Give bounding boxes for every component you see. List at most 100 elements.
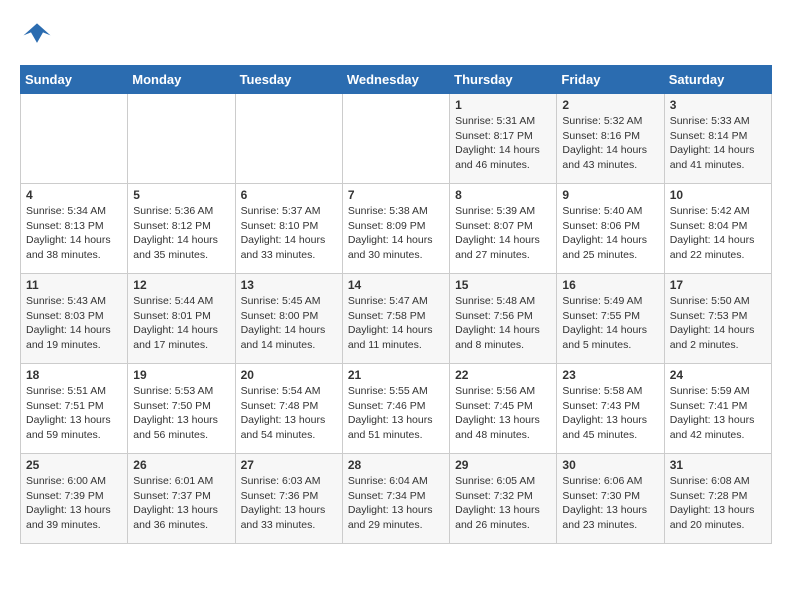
calendar-cell: 17Sunrise: 5:50 AMSunset: 7:53 PMDayligh… bbox=[664, 274, 771, 364]
day-info: and 19 minutes. bbox=[26, 338, 122, 353]
day-info: Daylight: 13 hours bbox=[670, 503, 766, 518]
day-info: and 27 minutes. bbox=[455, 248, 551, 263]
day-info: Daylight: 13 hours bbox=[670, 413, 766, 428]
day-number: 11 bbox=[26, 278, 122, 292]
day-number: 4 bbox=[26, 188, 122, 202]
day-info: Daylight: 13 hours bbox=[241, 503, 337, 518]
calendar-table: SundayMondayTuesdayWednesdayThursdayFrid… bbox=[20, 65, 772, 544]
header-cell-saturday: Saturday bbox=[664, 66, 771, 94]
day-info: and 45 minutes. bbox=[562, 428, 658, 443]
day-info: Sunrise: 5:56 AM bbox=[455, 384, 551, 399]
day-info: Sunset: 8:12 PM bbox=[133, 219, 229, 234]
day-number: 22 bbox=[455, 368, 551, 382]
day-info: and 30 minutes. bbox=[348, 248, 444, 263]
day-info: Daylight: 13 hours bbox=[348, 503, 444, 518]
day-number: 21 bbox=[348, 368, 444, 382]
calendar-cell: 30Sunrise: 6:06 AMSunset: 7:30 PMDayligh… bbox=[557, 454, 664, 544]
day-info: Sunrise: 5:42 AM bbox=[670, 204, 766, 219]
day-info: Daylight: 13 hours bbox=[455, 503, 551, 518]
day-info: Sunrise: 5:49 AM bbox=[562, 294, 658, 309]
day-info: and 2 minutes. bbox=[670, 338, 766, 353]
calendar-cell: 21Sunrise: 5:55 AMSunset: 7:46 PMDayligh… bbox=[342, 364, 449, 454]
calendar-cell: 11Sunrise: 5:43 AMSunset: 8:03 PMDayligh… bbox=[21, 274, 128, 364]
header-cell-sunday: Sunday bbox=[21, 66, 128, 94]
day-info: Sunrise: 5:59 AM bbox=[670, 384, 766, 399]
day-info: and 11 minutes. bbox=[348, 338, 444, 353]
calendar-cell: 22Sunrise: 5:56 AMSunset: 7:45 PMDayligh… bbox=[450, 364, 557, 454]
calendar-cell: 8Sunrise: 5:39 AMSunset: 8:07 PMDaylight… bbox=[450, 184, 557, 274]
header-row: SundayMondayTuesdayWednesdayThursdayFrid… bbox=[21, 66, 772, 94]
day-info: and 59 minutes. bbox=[26, 428, 122, 443]
calendar-cell: 26Sunrise: 6:01 AMSunset: 7:37 PMDayligh… bbox=[128, 454, 235, 544]
day-info: Daylight: 13 hours bbox=[562, 503, 658, 518]
header-cell-wednesday: Wednesday bbox=[342, 66, 449, 94]
day-number: 15 bbox=[455, 278, 551, 292]
calendar-cell: 23Sunrise: 5:58 AMSunset: 7:43 PMDayligh… bbox=[557, 364, 664, 454]
day-number: 28 bbox=[348, 458, 444, 472]
day-number: 26 bbox=[133, 458, 229, 472]
day-number: 13 bbox=[241, 278, 337, 292]
day-info: Sunrise: 5:54 AM bbox=[241, 384, 337, 399]
day-info: and 20 minutes. bbox=[670, 518, 766, 533]
day-info: Daylight: 13 hours bbox=[133, 413, 229, 428]
day-info: Daylight: 13 hours bbox=[26, 503, 122, 518]
day-info: Sunrise: 5:55 AM bbox=[348, 384, 444, 399]
day-number: 31 bbox=[670, 458, 766, 472]
day-info: and 33 minutes. bbox=[241, 518, 337, 533]
header-cell-tuesday: Tuesday bbox=[235, 66, 342, 94]
day-number: 9 bbox=[562, 188, 658, 202]
day-info: and 46 minutes. bbox=[455, 158, 551, 173]
day-info: and 43 minutes. bbox=[562, 158, 658, 173]
day-info: Daylight: 13 hours bbox=[241, 413, 337, 428]
day-info: Sunset: 7:34 PM bbox=[348, 489, 444, 504]
day-info: and 17 minutes. bbox=[133, 338, 229, 353]
day-info: and 22 minutes. bbox=[670, 248, 766, 263]
day-info: and 38 minutes. bbox=[26, 248, 122, 263]
calendar-cell: 15Sunrise: 5:48 AMSunset: 7:56 PMDayligh… bbox=[450, 274, 557, 364]
day-info: Daylight: 14 hours bbox=[455, 143, 551, 158]
day-number: 30 bbox=[562, 458, 658, 472]
day-info: Sunrise: 5:44 AM bbox=[133, 294, 229, 309]
day-info: Sunrise: 5:36 AM bbox=[133, 204, 229, 219]
calendar-cell: 31Sunrise: 6:08 AMSunset: 7:28 PMDayligh… bbox=[664, 454, 771, 544]
day-info: Sunrise: 6:06 AM bbox=[562, 474, 658, 489]
day-info: Sunrise: 6:04 AM bbox=[348, 474, 444, 489]
day-info: Sunset: 8:09 PM bbox=[348, 219, 444, 234]
day-number: 14 bbox=[348, 278, 444, 292]
day-number: 25 bbox=[26, 458, 122, 472]
day-info: and 42 minutes. bbox=[670, 428, 766, 443]
calendar-cell: 25Sunrise: 6:00 AMSunset: 7:39 PMDayligh… bbox=[21, 454, 128, 544]
day-number: 16 bbox=[562, 278, 658, 292]
calendar-week-5: 25Sunrise: 6:00 AMSunset: 7:39 PMDayligh… bbox=[21, 454, 772, 544]
calendar-cell bbox=[342, 94, 449, 184]
day-info: Sunset: 7:48 PM bbox=[241, 399, 337, 414]
day-info: Sunset: 7:39 PM bbox=[26, 489, 122, 504]
calendar-cell: 27Sunrise: 6:03 AMSunset: 7:36 PMDayligh… bbox=[235, 454, 342, 544]
day-number: 3 bbox=[670, 98, 766, 112]
day-info: Sunrise: 5:47 AM bbox=[348, 294, 444, 309]
day-info: Daylight: 13 hours bbox=[133, 503, 229, 518]
day-info: Sunset: 7:56 PM bbox=[455, 309, 551, 324]
day-info: Sunset: 8:07 PM bbox=[455, 219, 551, 234]
day-info: Daylight: 14 hours bbox=[670, 233, 766, 248]
day-info: Sunrise: 5:38 AM bbox=[348, 204, 444, 219]
day-info: Daylight: 14 hours bbox=[348, 233, 444, 248]
day-info: Sunset: 8:17 PM bbox=[455, 129, 551, 144]
day-info: Sunrise: 5:32 AM bbox=[562, 114, 658, 129]
day-info: Daylight: 13 hours bbox=[26, 413, 122, 428]
day-info: Sunset: 8:16 PM bbox=[562, 129, 658, 144]
day-info: and 14 minutes. bbox=[241, 338, 337, 353]
calendar-cell: 19Sunrise: 5:53 AMSunset: 7:50 PMDayligh… bbox=[128, 364, 235, 454]
day-info: Sunset: 8:06 PM bbox=[562, 219, 658, 234]
calendar-cell: 6Sunrise: 5:37 AMSunset: 8:10 PMDaylight… bbox=[235, 184, 342, 274]
day-number: 17 bbox=[670, 278, 766, 292]
day-info: Sunrise: 5:51 AM bbox=[26, 384, 122, 399]
header-cell-monday: Monday bbox=[128, 66, 235, 94]
calendar-cell: 24Sunrise: 5:59 AMSunset: 7:41 PMDayligh… bbox=[664, 364, 771, 454]
calendar-cell: 7Sunrise: 5:38 AMSunset: 8:09 PMDaylight… bbox=[342, 184, 449, 274]
day-info: and 41 minutes. bbox=[670, 158, 766, 173]
calendar-cell: 9Sunrise: 5:40 AMSunset: 8:06 PMDaylight… bbox=[557, 184, 664, 274]
day-info: Sunrise: 5:50 AM bbox=[670, 294, 766, 309]
calendar-cell bbox=[235, 94, 342, 184]
day-info: Daylight: 14 hours bbox=[562, 143, 658, 158]
